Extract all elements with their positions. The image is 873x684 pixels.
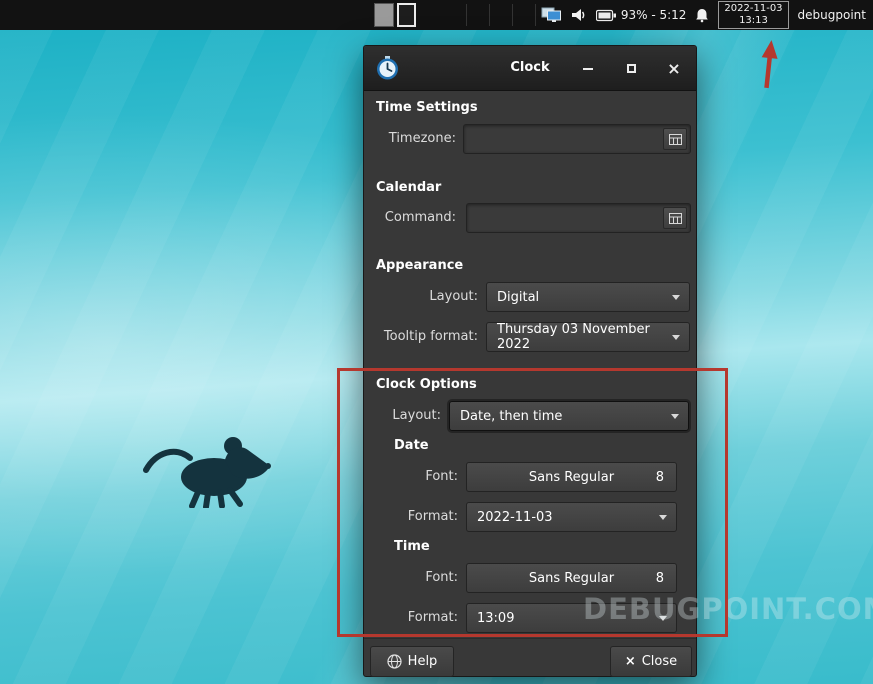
panel-separator bbox=[466, 4, 467, 26]
workspace-2-active[interactable] bbox=[397, 3, 416, 27]
tooltip-format-value: Thursday 03 November 2022 bbox=[497, 322, 665, 352]
tooltip-format-dropdown[interactable]: Thursday 03 November 2022 bbox=[486, 322, 690, 352]
chevron-down-icon bbox=[659, 616, 667, 621]
command-picker-button[interactable] bbox=[663, 207, 687, 229]
close-x-icon: × bbox=[625, 654, 636, 669]
command-input[interactable] bbox=[466, 203, 691, 233]
chevron-down-icon bbox=[672, 295, 680, 300]
window-controls: × bbox=[580, 46, 682, 91]
appearance-layout-label: Layout: bbox=[364, 288, 478, 306]
options-layout-value: Date, then time bbox=[460, 409, 562, 424]
panel-clock-date: 2022-11-03 bbox=[724, 3, 782, 15]
date-format-label: Format: bbox=[364, 508, 458, 526]
time-font-size: 8 bbox=[656, 571, 664, 586]
timezone-label: Timezone: bbox=[364, 130, 456, 148]
section-heading-time: Time bbox=[394, 539, 430, 554]
close-button[interactable]: × Close bbox=[610, 646, 692, 677]
date-font-value: Sans Regular bbox=[529, 470, 614, 485]
top-panel: 93% - 5:12 2022-11-03 13:13 debugpoint bbox=[0, 0, 873, 30]
tooltip-format-label: Tooltip format: bbox=[364, 328, 478, 346]
timezone-picker-icon bbox=[669, 134, 682, 145]
maximize-button[interactable] bbox=[623, 61, 639, 77]
volume-icon[interactable] bbox=[571, 8, 587, 22]
notification-bell-icon[interactable] bbox=[695, 8, 709, 23]
help-button[interactable]: Help bbox=[370, 646, 454, 677]
chevron-down-icon bbox=[659, 515, 667, 520]
battery-icon bbox=[596, 9, 617, 22]
panel-separator bbox=[489, 4, 490, 26]
time-font-label: Font: bbox=[364, 569, 458, 587]
close-icon: × bbox=[667, 61, 680, 77]
options-layout-dropdown[interactable]: Date, then time bbox=[449, 401, 689, 431]
chevron-down-icon bbox=[671, 414, 679, 419]
section-heading-time-settings: Time Settings bbox=[376, 100, 478, 115]
section-heading-calendar: Calendar bbox=[376, 180, 441, 195]
options-layout-label: Layout: bbox=[364, 407, 441, 425]
command-picker-icon bbox=[669, 213, 682, 224]
section-heading-appearance: Appearance bbox=[376, 258, 463, 273]
section-heading-date: Date bbox=[394, 438, 429, 453]
section-heading-clock-options: Clock Options bbox=[376, 377, 477, 392]
chevron-down-icon bbox=[672, 335, 680, 340]
workspace-1[interactable] bbox=[374, 3, 394, 27]
help-button-label: Help bbox=[408, 654, 438, 669]
close-button-label: Close bbox=[642, 654, 677, 669]
appearance-layout-value: Digital bbox=[497, 290, 539, 305]
battery-indicator[interactable]: 93% - 5:12 bbox=[596, 8, 687, 22]
panel-clock-time: 13:13 bbox=[724, 15, 782, 27]
dialog-button-bar: Help × Close bbox=[364, 638, 696, 678]
date-font-label: Font: bbox=[364, 468, 458, 486]
appearance-layout-dropdown[interactable]: Digital bbox=[486, 282, 690, 312]
command-label: Command: bbox=[364, 209, 456, 227]
xfce-mouse-logo bbox=[142, 430, 272, 508]
maximize-icon bbox=[627, 64, 636, 73]
display-icon[interactable] bbox=[541, 7, 562, 23]
workspace-pager[interactable] bbox=[374, 3, 416, 27]
date-format-value: 2022-11-03 bbox=[477, 510, 553, 525]
timezone-picker-button[interactable] bbox=[663, 128, 687, 150]
panel-clock[interactable]: 2022-11-03 13:13 bbox=[718, 1, 788, 29]
date-font-size: 8 bbox=[656, 470, 664, 485]
window-titlebar[interactable]: Clock × bbox=[364, 46, 696, 91]
time-format-label: Format: bbox=[364, 609, 458, 627]
panel-separator bbox=[512, 4, 513, 26]
time-format-dropdown[interactable]: 13:09 bbox=[466, 603, 677, 633]
battery-label: 93% - 5:12 bbox=[621, 8, 687, 22]
hostname-label: debugpoint bbox=[798, 8, 866, 22]
minimize-icon bbox=[583, 68, 593, 70]
date-font-button[interactable]: Sans Regular 8 bbox=[466, 462, 677, 492]
clock-settings-window: Clock × Time Settings Timezone: Calendar… bbox=[363, 45, 697, 677]
timezone-input[interactable] bbox=[463, 124, 691, 154]
date-format-dropdown[interactable]: 2022-11-03 bbox=[466, 502, 677, 532]
time-font-value: Sans Regular bbox=[529, 571, 614, 586]
close-window-button[interactable]: × bbox=[666, 61, 682, 77]
system-tray: 93% - 5:12 2022-11-03 13:13 debugpoint bbox=[541, 0, 873, 30]
time-format-value: 13:09 bbox=[477, 611, 514, 626]
time-font-button[interactable]: Sans Regular 8 bbox=[466, 563, 677, 593]
minimize-button[interactable] bbox=[580, 61, 596, 77]
help-icon bbox=[387, 654, 402, 669]
panel-separator bbox=[535, 4, 536, 26]
